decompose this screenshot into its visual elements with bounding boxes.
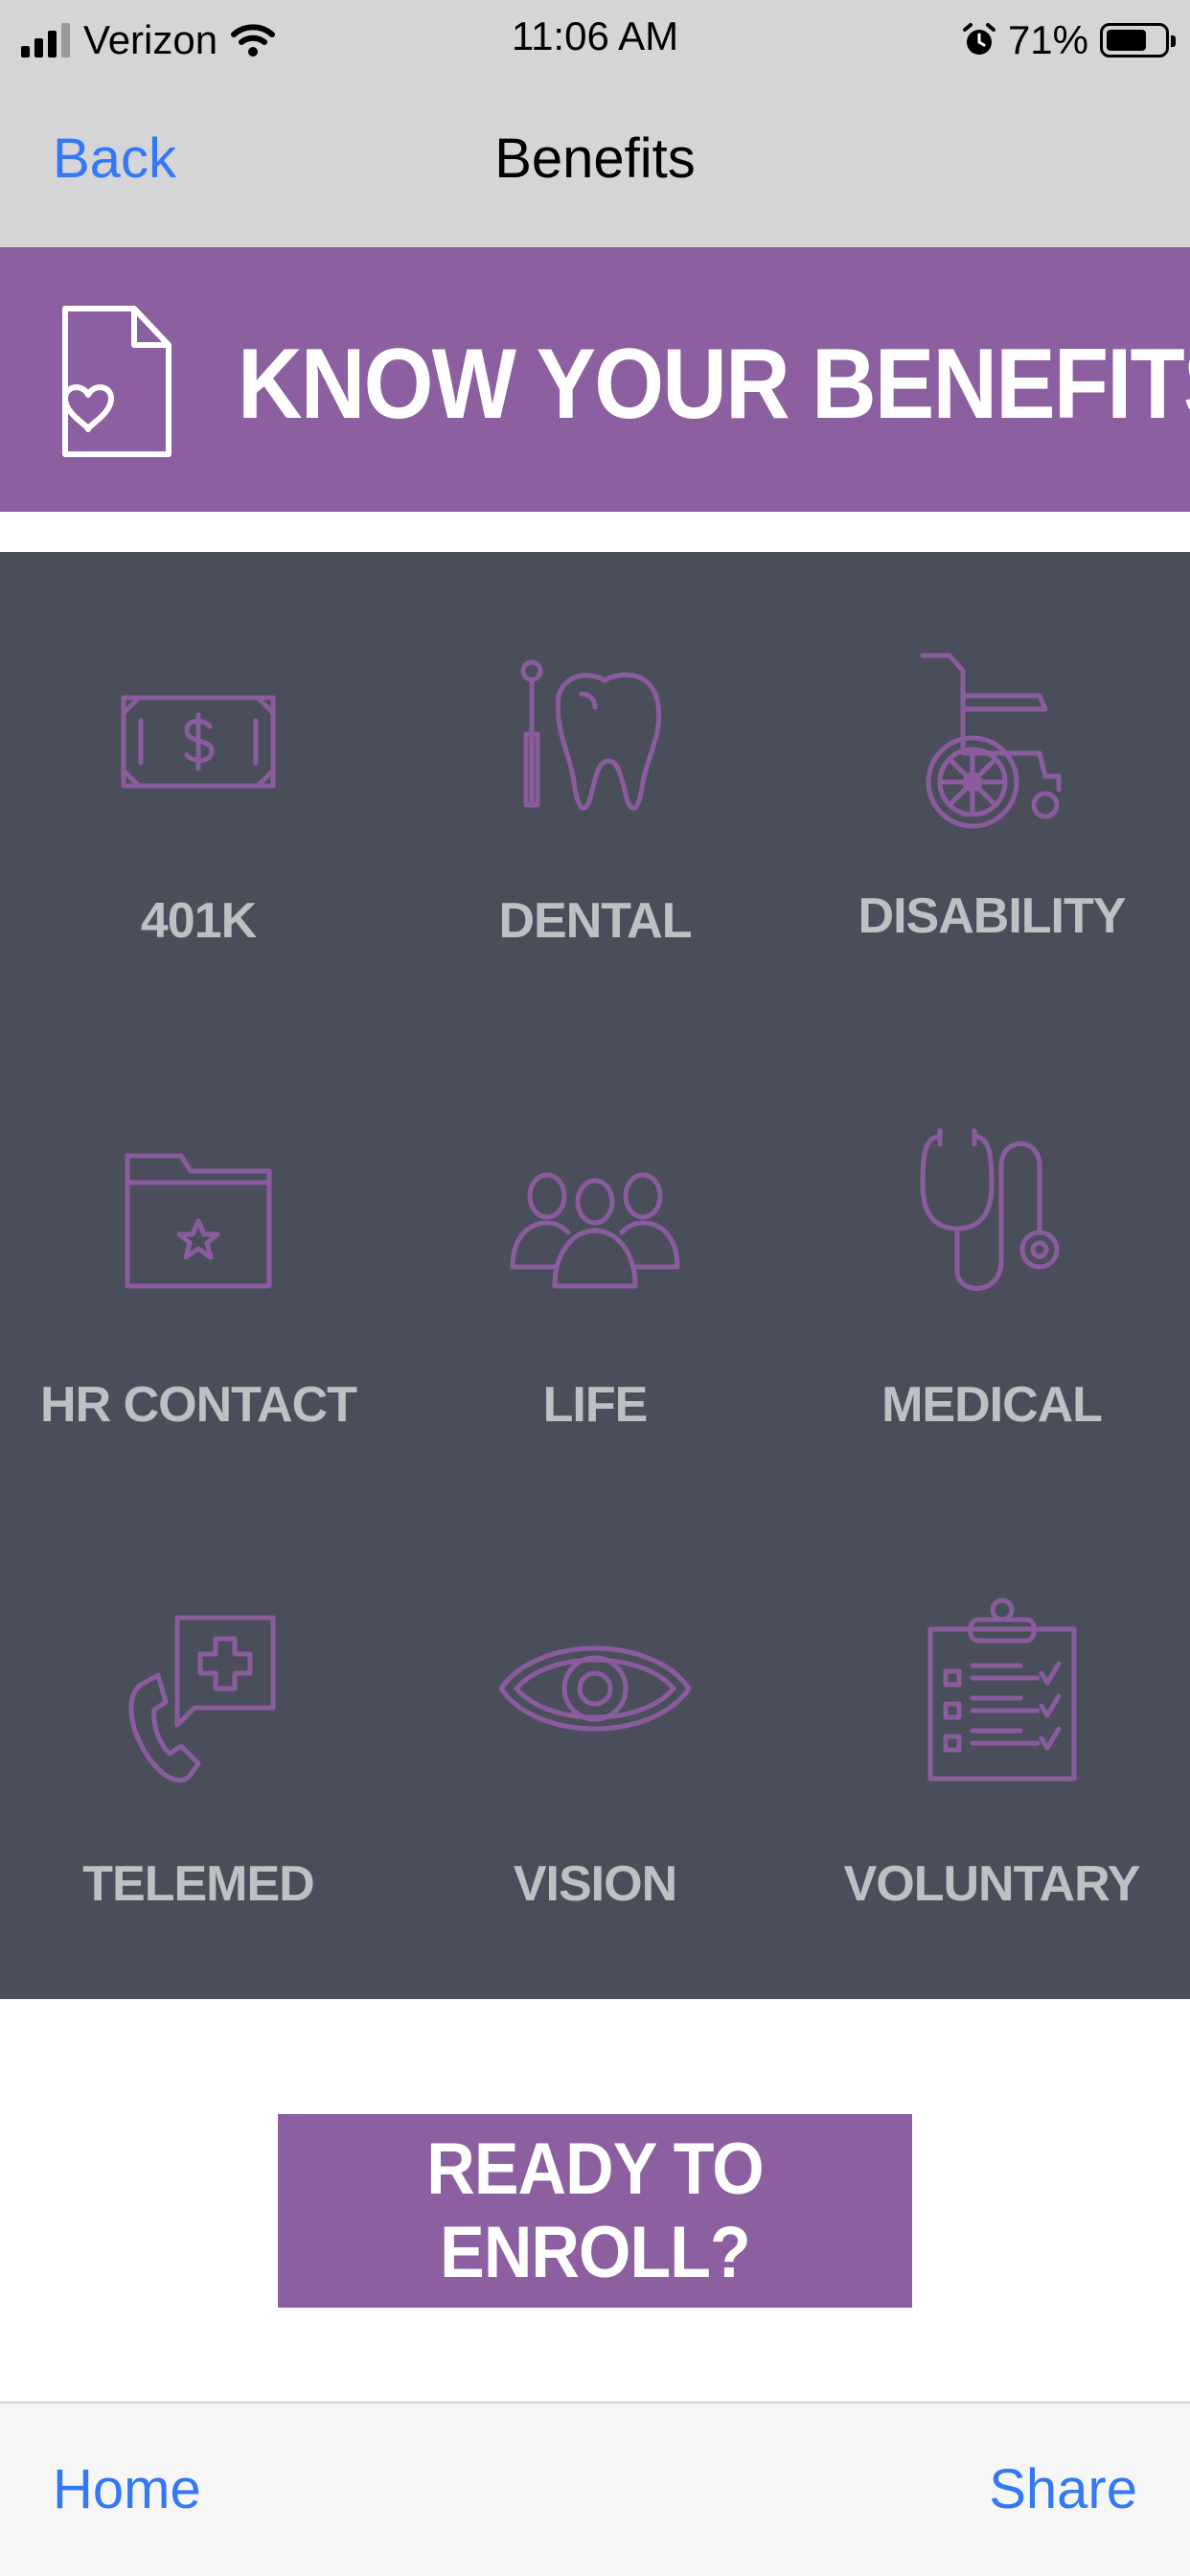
ready-to-enroll-button[interactable]: READY TO ENROLL?	[278, 2114, 912, 2308]
tooth-icon	[520, 659, 662, 811]
battery-percent: 71%	[1007, 17, 1088, 62]
benefit-voluntary[interactable]: VOLUNTARY	[793, 1510, 1190, 1990]
alarm-icon	[962, 23, 995, 55]
benefit-label: LIFE	[542, 1377, 649, 1433]
benefit-label: HR CONTACT	[40, 1377, 357, 1433]
enroll-label: READY TO ENROLL?	[426, 2128, 764, 2293]
benefit-label: 401K	[140, 893, 257, 949]
page-title: Benefits	[494, 127, 696, 190]
benefit-dental[interactable]: DENTAL	[397, 552, 793, 1031]
benefit-telemed[interactable]: TELEMED	[0, 1510, 397, 1990]
battery-icon	[1100, 23, 1176, 58]
benefit-label: VOLUNTARY	[843, 1856, 1141, 1912]
benefit-label: TELEMED	[82, 1856, 314, 1912]
folder-star-icon	[125, 1153, 272, 1289]
wheelchair-icon	[920, 653, 1062, 829]
people-group-icon	[510, 1172, 680, 1289]
benefit-label: DENTAL	[498, 893, 692, 949]
share-button[interactable]: Share	[989, 2457, 1137, 2521]
battery-fill	[1107, 30, 1147, 51]
stethoscope-icon	[920, 1128, 1060, 1291]
benefit-401k[interactable]: 401K	[0, 552, 397, 1031]
navigation-bar: Back Benefits	[0, 115, 1190, 211]
benefit-hr-contact[interactable]: HR CONTACT	[0, 1031, 397, 1510]
eye-icon	[499, 1645, 691, 1732]
benefit-medical[interactable]: MEDICAL	[793, 1031, 1190, 1510]
home-button[interactable]: Home	[53, 2457, 201, 2521]
benefits-grid: 401K DENTAL DISABILITY HR CONTACT LIFE M…	[0, 552, 1190, 1999]
status-bar: Verizon 11:06 AM 71%	[0, 0, 1190, 82]
benefit-label: DISABILITY	[858, 888, 1127, 944]
status-right: 71%	[962, 13, 1176, 67]
top-bar: Verizon 11:06 AM 71% Back Benefits	[0, 0, 1190, 247]
benefit-vision[interactable]: VISION	[397, 1510, 793, 1990]
benefit-label: MEDICAL	[881, 1377, 1103, 1433]
benefit-life[interactable]: LIFE	[397, 1031, 793, 1510]
phone-cross-icon	[128, 1615, 276, 1783]
bottom-toolbar: Home Share	[0, 2402, 1190, 2576]
know-your-benefits-banner: KNOW YOUR BENEFITS	[0, 247, 1190, 512]
banner-headline: KNOW YOUR BENEFITS	[238, 329, 1190, 440]
money-bill-icon	[121, 695, 276, 789]
document-heart-icon	[62, 306, 172, 457]
clipboard-checklist-icon	[927, 1598, 1077, 1782]
benefit-label: VISION	[513, 1856, 677, 1912]
benefit-disability[interactable]: DISABILITY	[793, 552, 1190, 1031]
